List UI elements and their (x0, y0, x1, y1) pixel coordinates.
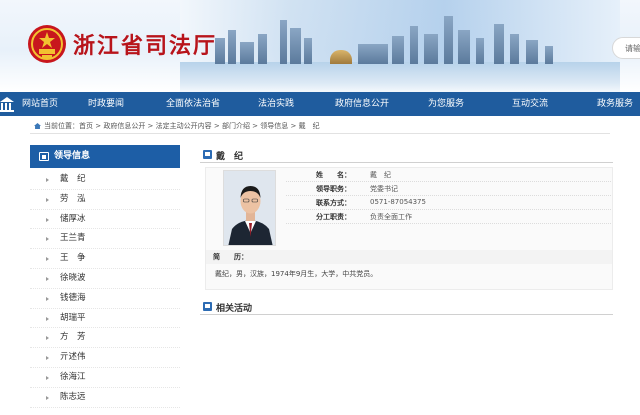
contact-row: 联系方式： 0571-87054375 (286, 196, 611, 210)
position-label: 领导职务： (316, 185, 351, 193)
sidebar-item-label: 徐海江 (60, 371, 86, 382)
list-icon (39, 152, 49, 161)
national-emblem-icon (28, 25, 66, 63)
profile-card: 姓 名： 戴 纪 领导职务： 党委书记 联系方式： 0571-87054375 … (205, 167, 613, 290)
name-value: 戴 纪 (370, 171, 391, 179)
bullet-icon (46, 276, 49, 281)
sidebar-item[interactable]: 戴 纪 (30, 170, 180, 190)
bio-header-row: 简 历： (206, 250, 612, 264)
sidebar-item[interactable]: 徐海江 (30, 368, 180, 388)
bullet-icon (46, 316, 49, 321)
duty-value: 负责全面工作 (370, 213, 412, 221)
sidebar-item-label: 戴 纪 (60, 174, 86, 184)
sidebar-item[interactable]: 陈志远 (30, 388, 180, 408)
sidebar-item-label: 劳 泓 (60, 193, 86, 204)
sidebar-item-label: 王 争 (60, 253, 86, 264)
sidebar-header: 领导信息 (30, 145, 180, 168)
bullet-icon (46, 375, 49, 380)
sidebar-item[interactable]: 王兰青 (30, 229, 180, 250)
sidebar-item-label: 王兰青 (60, 233, 86, 244)
sidebar-item[interactable]: 储厚冰 (30, 210, 180, 230)
breadcrumb: 当前位置：首页 > 政府信息公开 > 法定主动公开内容 > 部门介绍 > 领导信… (34, 121, 320, 131)
site-title[interactable]: 浙江省司法厅 (73, 28, 217, 60)
sidebar-item-label: 胡瑞平 (60, 312, 86, 323)
sidebar-item-label: 亓述伟 (60, 352, 86, 363)
home-icon (34, 123, 41, 129)
sidebar-item[interactable]: 王 争 (30, 249, 180, 269)
bullet-icon (46, 178, 49, 182)
search-input[interactable]: 请输 (612, 37, 640, 59)
main-nav: 网站首页 时政要闻 全面依法治省 法治实践 政府信息公开 为您服务 互动交流 政… (0, 92, 640, 116)
bio-text: 戴纪，男，汉族，1974年9月生，大学，中共党员。 (215, 270, 378, 278)
sidebar-item[interactable]: 钱德海 (30, 289, 180, 309)
bullet-icon (46, 356, 49, 361)
nav-item-gov-affairs[interactable]: 政务服务 (597, 92, 633, 116)
profile-section-title: 戴 纪 (216, 152, 244, 162)
breadcrumb-text[interactable]: 当前位置：首页 > 政府信息公开 > 法定主动公开内容 > 部门介绍 > 领导信… (44, 122, 320, 130)
contact-label: 联系方式： (316, 199, 351, 207)
sidebar-item[interactable]: 亓述伟 (30, 348, 180, 368)
name-row: 姓 名： 戴 纪 (286, 168, 611, 182)
bio-label: 简 历： (213, 253, 248, 261)
nav-item-services[interactable]: 为您服务 (428, 92, 464, 116)
contact-value: 0571-87054375 (370, 198, 426, 206)
nav-item-gov-info[interactable]: 政府信息公开 (335, 92, 389, 116)
sidebar-item[interactable]: 徐晓波 (30, 269, 180, 289)
duty-label: 分工职责： (316, 213, 351, 221)
sidebar: 领导信息 戴 纪 劳 泓 储厚冰 王兰青 王 争 徐晓波 钱德海 胡瑞平 方 芳… (30, 145, 180, 415)
bullet-icon (46, 217, 49, 222)
leader-list: 戴 纪 劳 泓 储厚冰 王兰青 王 争 徐晓波 钱德海 胡瑞平 方 芳 亓述伟 … (30, 170, 180, 408)
position-value: 党委书记 (370, 185, 398, 193)
related-section-title: 相关活动 (216, 304, 253, 314)
home-building-icon[interactable] (0, 96, 14, 112)
section-icon (203, 302, 212, 311)
section-icon (203, 150, 212, 159)
sidebar-item[interactable]: 劳 泓 (30, 190, 180, 210)
sidebar-item-label: 陈志远 (60, 391, 86, 402)
bullet-icon (46, 257, 49, 262)
sidebar-title: 领导信息 (54, 151, 91, 161)
sidebar-item[interactable]: 胡瑞平 (30, 309, 180, 329)
profile-section-header: 戴 纪 (200, 147, 613, 163)
bullet-icon (46, 336, 49, 341)
bullet-icon (46, 296, 49, 301)
sidebar-item[interactable]: 方 芳 (30, 328, 180, 349)
bullet-icon (46, 197, 49, 202)
bullet-icon (46, 237, 49, 242)
sidebar-item-label: 徐晓波 (60, 272, 86, 283)
nav-item-news[interactable]: 时政要闻 (88, 92, 124, 116)
sidebar-item-label: 钱德海 (60, 292, 86, 303)
banner-river (180, 62, 620, 92)
leader-photo (223, 170, 276, 246)
bullet-icon (46, 395, 49, 400)
main-content: 戴 纪 姓 名： 戴 纪 领导职务： 党委书记 联系方式： 0571-87054… (200, 145, 615, 415)
nav-item-practice[interactable]: 法治实践 (258, 92, 294, 116)
nav-item-rule-of-law[interactable]: 全面依法治省 (166, 92, 220, 116)
position-row: 领导职务： 党委书记 (286, 182, 611, 196)
name-label: 姓 名： (316, 171, 351, 179)
header-banner: 浙江省司法厅 请输 (0, 0, 640, 92)
sidebar-item-label: 方 芳 (60, 332, 86, 343)
nav-item-interaction[interactable]: 互动交流 (512, 92, 548, 116)
duty-row: 分工职责： 负责全面工作 (286, 210, 611, 224)
related-section-header: 相关活动 (200, 299, 613, 315)
sidebar-item-label: 储厚冰 (60, 213, 86, 224)
nav-item-home[interactable]: 网站首页 (22, 92, 58, 116)
portrait-image (224, 171, 275, 245)
divider (30, 133, 610, 134)
